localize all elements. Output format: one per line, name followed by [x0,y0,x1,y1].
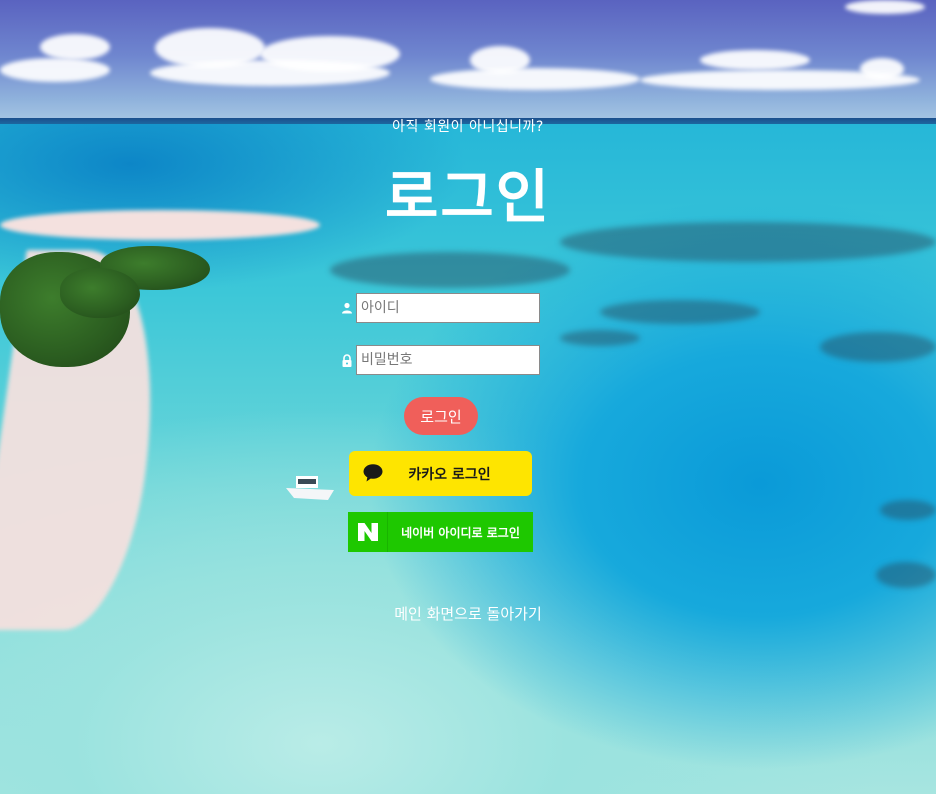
login-button[interactable]: 로그인 [404,397,478,435]
reef [880,500,936,520]
naver-login-label: 네이버 아이디로 로그인 [401,525,520,540]
cloud [0,58,110,82]
speech-bubble-icon [363,464,383,482]
cloud [860,58,904,80]
password-field-row [340,345,540,375]
id-input[interactable] [356,293,540,323]
signup-link[interactable]: 아직 회원이 아니십니까? [0,116,936,136]
cloud [845,0,925,14]
naver-n-icon [348,512,388,552]
reef [600,300,760,324]
island [60,268,140,318]
back-to-main-link[interactable]: 메인 화면으로 돌아가기 [0,603,936,624]
boat-icon [286,476,334,500]
cloud [700,50,810,70]
reef [876,562,936,588]
kakao-login-button[interactable]: 카카오 로그인 [349,451,532,496]
cloud [430,68,640,90]
user-icon [340,301,354,315]
lock-icon [340,353,354,367]
reef [330,252,570,288]
cloud [40,34,110,60]
login-page: 아직 회원이 아니십니까? 로그인 로그인 카카오 로그인 [0,0,936,794]
reef [560,330,640,346]
page-title: 로그인 [384,163,552,231]
naver-login-button[interactable]: 네이버 아이디로 로그인 [348,512,533,552]
reef [820,332,936,362]
cloud [260,36,400,72]
password-input[interactable] [356,345,540,375]
id-field-row [340,293,540,323]
